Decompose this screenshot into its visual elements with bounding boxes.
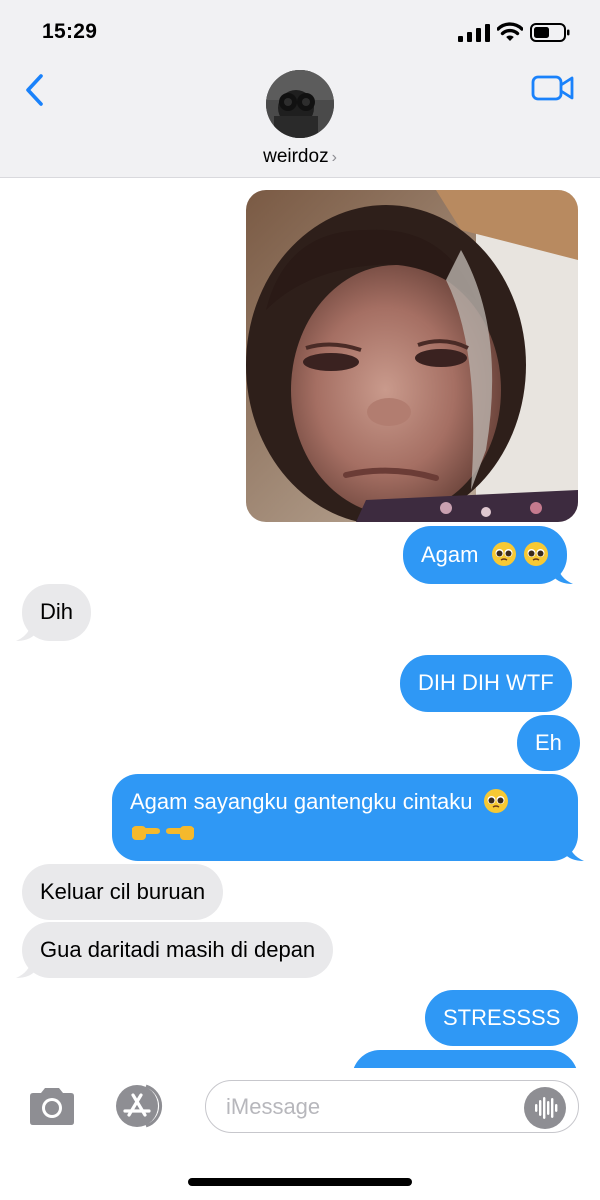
pleading-face-icon bbox=[491, 542, 516, 566]
pleading-face-icon bbox=[523, 542, 548, 566]
home-indicator bbox=[188, 1178, 412, 1186]
contact-avatar[interactable] bbox=[266, 70, 334, 138]
audio-message-button[interactable] bbox=[524, 1087, 566, 1129]
battery-icon bbox=[530, 23, 570, 42]
camera-icon[interactable] bbox=[26, 1086, 78, 1128]
status-time: 15:29 bbox=[42, 20, 98, 43]
contact-name-label: weirdoz bbox=[263, 146, 329, 167]
outgoing-message[interactable]: DIH DIH WTF bbox=[400, 655, 572, 712]
message-text: Keluar cil buruan bbox=[40, 879, 206, 904]
image-message[interactable] bbox=[246, 190, 578, 522]
signal-icon bbox=[458, 24, 490, 42]
photo-image bbox=[246, 190, 578, 522]
incoming-message[interactable]: Gua daritadi masih di depan bbox=[16, 922, 334, 978]
message-text: Agam sayangku gantengku cintaku bbox=[130, 789, 473, 814]
app-store-icon[interactable] bbox=[112, 1082, 174, 1130]
pointing-fingers-icon bbox=[132, 826, 194, 840]
incoming-message[interactable]: Keluar cil buruan bbox=[22, 864, 224, 920]
back-chevron-icon[interactable] bbox=[22, 72, 48, 108]
incoming-message[interactable]: Dih bbox=[16, 584, 92, 641]
message-text: STRESSSS bbox=[443, 1005, 561, 1030]
outgoing-message[interactable]: STRESSSS bbox=[425, 990, 579, 1046]
wifi-icon bbox=[497, 22, 523, 41]
message-input-field[interactable] bbox=[205, 1080, 579, 1133]
outgoing-message[interactable]: Agam sayangku gantengku cintaku bbox=[112, 774, 584, 861]
chevron-right-icon: › bbox=[331, 149, 337, 166]
message-text: DIH DIH WTF bbox=[418, 670, 554, 695]
outgoing-message[interactable]: Agam bbox=[403, 526, 573, 584]
message-input[interactable] bbox=[226, 1091, 516, 1123]
pleading-face-icon bbox=[483, 789, 508, 813]
bubble-tail bbox=[564, 841, 584, 861]
bubble-tail bbox=[16, 958, 36, 978]
conversation-header: 15:29 weirdoz › bbox=[0, 0, 600, 178]
message-text: Eh bbox=[535, 730, 562, 755]
message-text: Gua daritadi masih di depan bbox=[40, 937, 316, 962]
outgoing-message[interactable]: Eh bbox=[517, 715, 580, 771]
bubble-tail bbox=[16, 621, 36, 641]
avatar-image bbox=[266, 70, 334, 138]
audio-waveform-icon bbox=[535, 1097, 558, 1119]
bubble-tail bbox=[552, 564, 573, 584]
message-text: Dih bbox=[40, 599, 74, 624]
message-text: Agam bbox=[421, 542, 479, 567]
video-camera-icon[interactable] bbox=[531, 72, 575, 104]
contact-name[interactable]: weirdoz › bbox=[0, 146, 600, 168]
